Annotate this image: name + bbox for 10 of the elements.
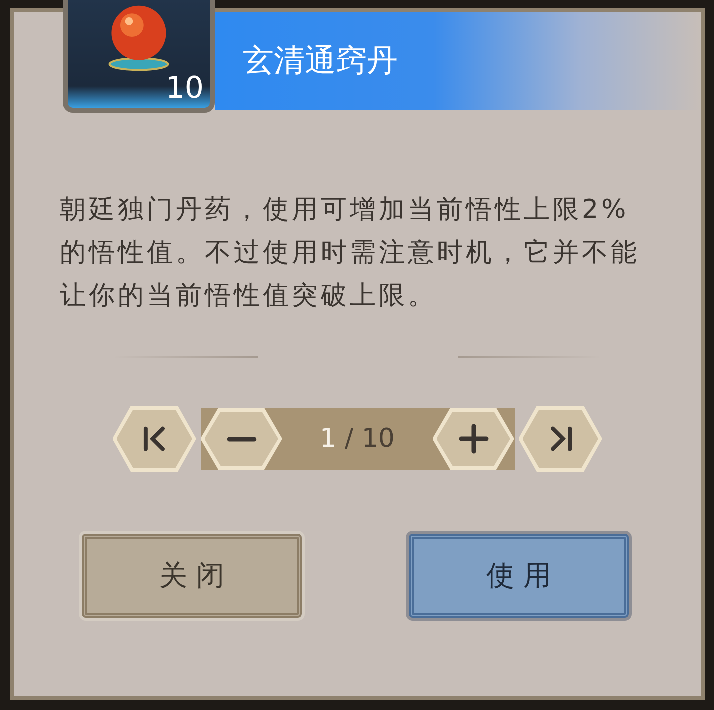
item-description: 朝廷独门丹药，使用可增加当前悟性上限2%的悟性值。不过使用时需注意时机，它并不能让你的当前悟性值突破上限。	[60, 194, 641, 313]
quantity-value: 1 / 10	[319, 424, 396, 454]
minus-button[interactable]	[200, 408, 282, 470]
item-name: 玄清通窍丹	[243, 42, 398, 81]
use-button[interactable]: 使 用	[409, 534, 629, 618]
item-count: 10	[166, 74, 204, 104]
minus-icon	[224, 434, 258, 444]
plus-icon	[456, 422, 490, 456]
plus-button[interactable]	[432, 408, 514, 470]
close-button[interactable]: 关 闭	[82, 534, 302, 618]
